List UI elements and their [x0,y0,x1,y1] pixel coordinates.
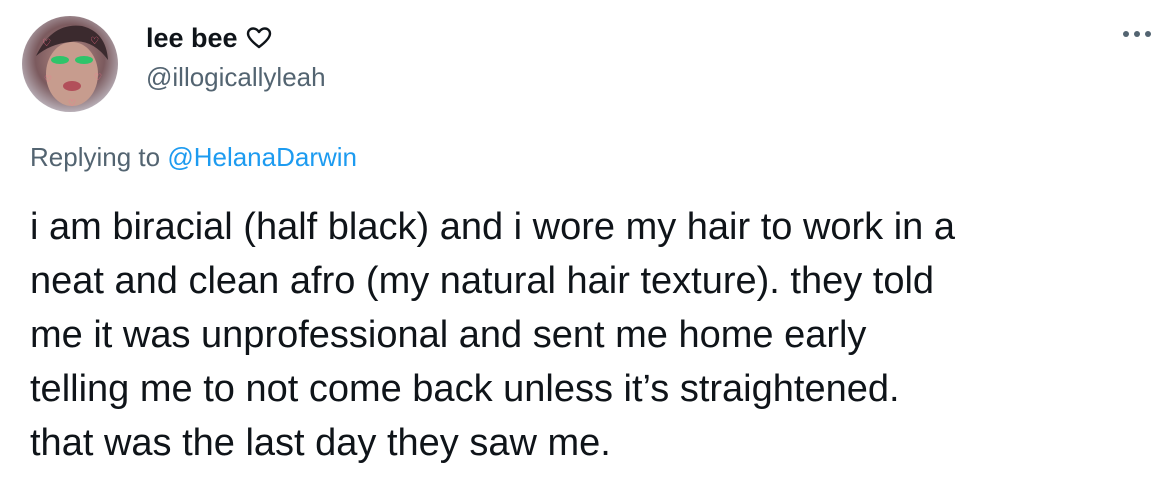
tweet-text-line: that was the last day they saw me. [30,422,611,464]
svg-text:♡: ♡ [42,38,51,49]
tweet-text-line: telling me to not come back unless it’s … [30,368,900,410]
heart-outline-icon [246,26,272,50]
reply-mention-link[interactable]: @HelanaDarwin [167,142,357,172]
tweet-text-line: neat and clean afro (my natural hair tex… [30,260,935,302]
svg-text:♡: ♡ [90,36,99,47]
user-handle[interactable]: @illogicallyleah [146,62,326,93]
replying-to-label: Replying to [30,142,161,172]
name-row: lee bee [146,20,272,56]
tweet-text-line: me it was unprofessional and sent me hom… [30,314,867,356]
more-options-icon[interactable] [1120,24,1154,44]
avatar[interactable]: ♡ ♡ ♡ ♡ ♡ [22,16,118,112]
replying-to: Replying to @HelanaDarwin [30,142,357,173]
svg-text:♡: ♡ [68,99,76,109]
tweet-text: i am biracial (half black) and i wore my… [30,200,1150,470]
svg-text:♡: ♡ [94,73,102,83]
svg-text:♡: ♡ [44,75,52,85]
tweet-card: ♡ ♡ ♡ ♡ ♡ lee bee @illogicallyleah Reply… [0,0,1168,504]
display-name[interactable]: lee bee [146,23,238,54]
tweet-text-line: i am biracial (half black) and i wore my… [30,206,956,248]
